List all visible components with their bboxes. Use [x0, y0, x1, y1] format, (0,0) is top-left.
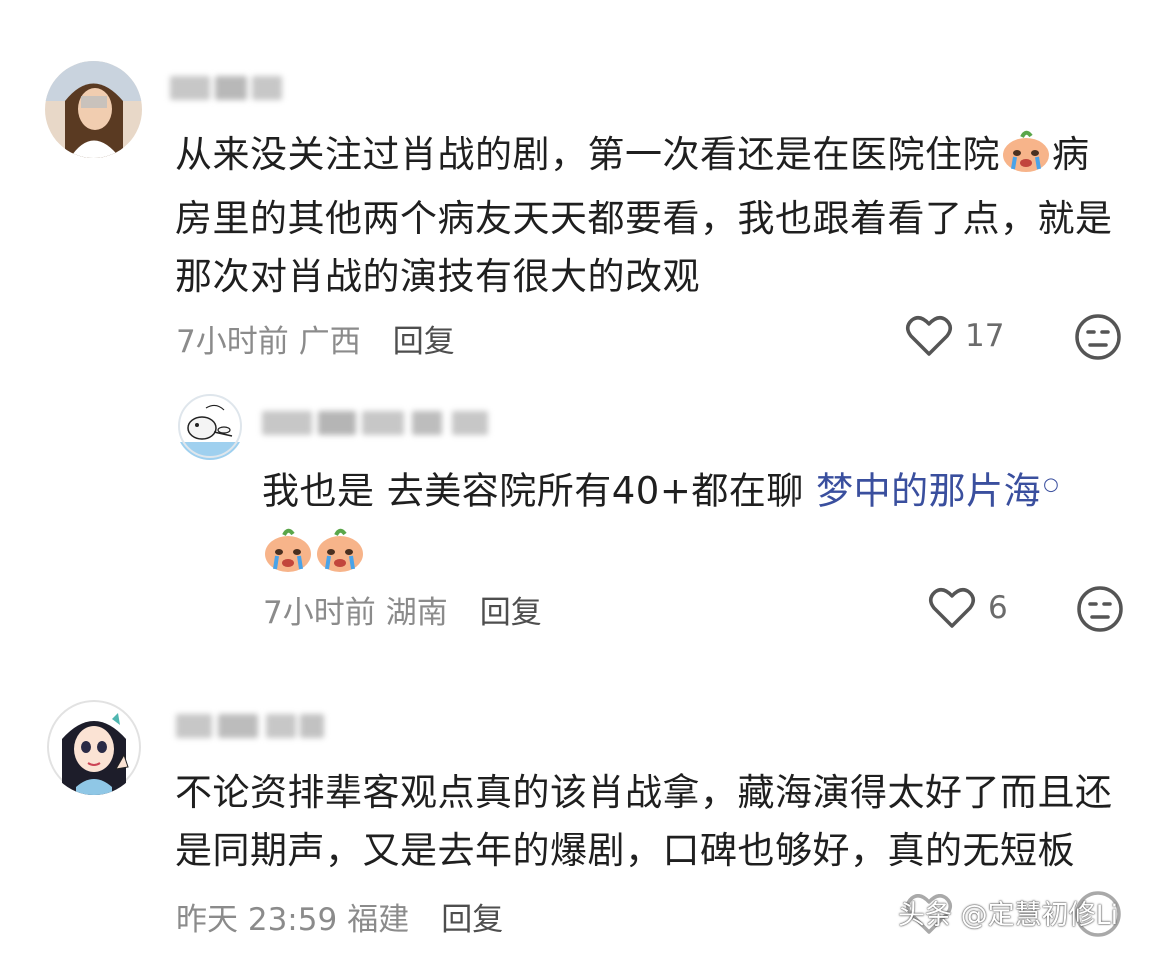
like-count: 6: [988, 590, 1008, 626]
comment-text: 从来没关注过肖战的剧，第一次看还是在医院住院病 房里的其他两个病友天天都要看，我…: [175, 126, 1113, 306]
reply-button[interactable]: 回复: [480, 595, 542, 631]
comment-list: 从来没关注过肖战的剧，第一次看还是在医院住院病 房里的其他两个病友天天都要看，我…: [0, 0, 1167, 960]
reply-meta: 7小时前 湖南 回复: [263, 587, 552, 632]
comment-meta: 7小时前 广西 回复: [176, 316, 465, 361]
heart-icon: [929, 588, 975, 628]
comment-meta: 昨天 23:59 福建 回复: [176, 894, 513, 939]
topic-link[interactable]: 梦中的那片海: [816, 469, 1041, 512]
user-avatar[interactable]: [46, 699, 142, 795]
search-icon[interactable]: ○: [1043, 474, 1059, 495]
username[interactable]: [176, 708, 326, 742]
comment-time: 昨天 23:59: [176, 902, 338, 938]
comment-location: 广西: [298, 324, 361, 360]
comment-time: 7小时前: [176, 324, 289, 360]
like-button[interactable]: 6: [928, 586, 1008, 630]
username[interactable]: [170, 70, 290, 104]
like-count: 17: [965, 318, 1005, 354]
like-button[interactable]: 17: [905, 314, 1004, 358]
crying-peach-emoji-icon: [314, 526, 366, 591]
crying-peach-emoji-icon: [262, 526, 314, 591]
dislike-button[interactable]: [1076, 585, 1124, 637]
neutral-face-icon: [1077, 586, 1123, 632]
reply-text: 我也是 去美容院所有40+都在聊 梦中的那片海 ○: [262, 456, 1059, 591]
heart-icon: [906, 316, 952, 356]
crying-peach-emoji-icon: [1000, 129, 1052, 190]
dislike-button[interactable]: [1074, 313, 1122, 365]
reply-button[interactable]: 回复: [393, 324, 455, 360]
user-avatar[interactable]: [176, 392, 244, 460]
user-avatar[interactable]: [45, 61, 142, 158]
comment-location: 福建: [347, 902, 410, 938]
reply-button[interactable]: 回复: [441, 902, 503, 938]
watermark: 头条 @定慧初修Li: [898, 900, 1119, 931]
neutral-face-icon: [1075, 314, 1121, 360]
comment-text: 不论资排辈客观点真的该肖战拿，藏海演得太好了而且还 是同期声，又是去年的爆剧，口…: [175, 771, 1113, 872]
comment-location: 湖南: [385, 595, 448, 631]
comment-time: 7小时前: [263, 595, 376, 631]
username[interactable]: [262, 405, 492, 439]
